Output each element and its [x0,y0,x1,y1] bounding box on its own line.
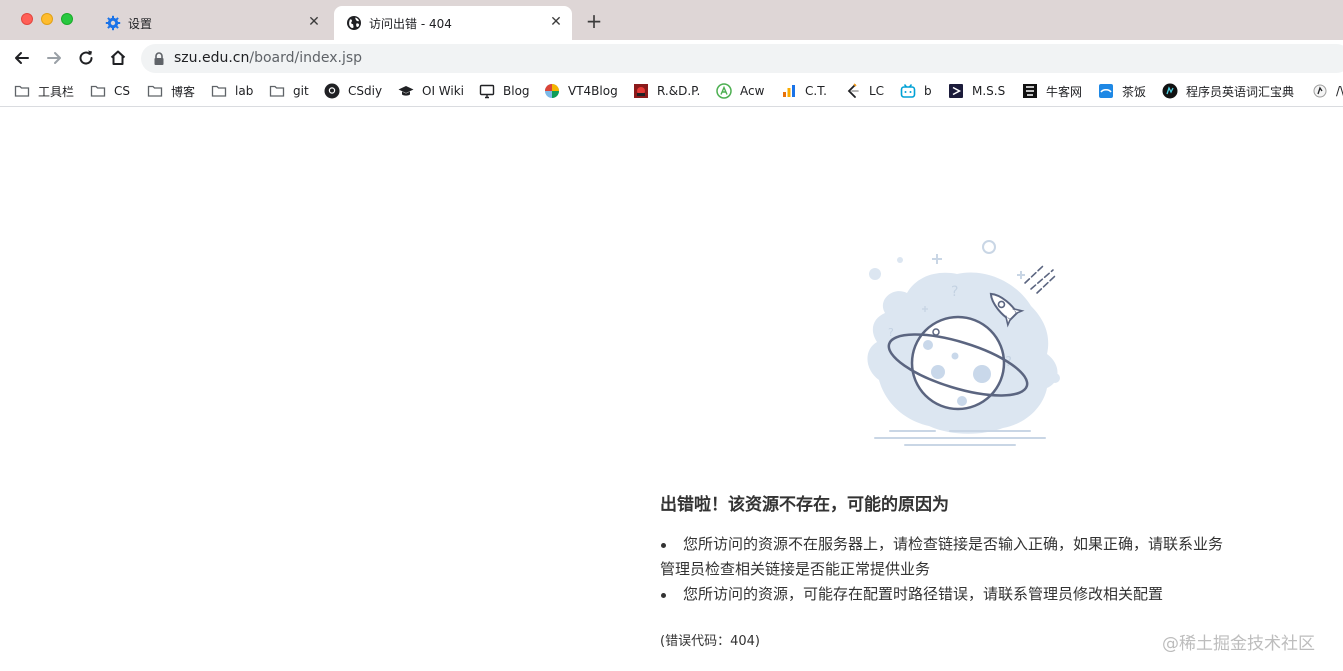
window-zoom-button[interactable] [61,13,73,25]
folder-icon [211,85,227,97]
svg-text:?: ? [951,284,958,300]
bookmark-ct[interactable]: C.T. [781,81,827,101]
folder-icon [90,85,106,97]
forward-icon[interactable] [44,48,64,68]
red-square-icon [634,84,648,98]
close-tab-icon[interactable]: ✕ [306,14,322,30]
error-reasons-list: 您所访问的资源不在服务器上，请检查链接是否输入正确，如果正确，请联系业务管理员检… [660,532,1280,607]
reason-text-line1: 您所访问的资源，可能存在配置时路径错误，请联系管理员修改相关配置 [683,585,1164,603]
bilibili-icon [900,84,916,98]
bookmark-nowcoder[interactable]: 牛客网 [1022,81,1082,101]
folder-icon [14,85,30,97]
github-icon [324,83,340,99]
bookmark-mss[interactable]: M.S.S [948,81,1005,101]
bookmark-partial[interactable]: /\ [1312,81,1343,101]
colorful-ball-icon [545,84,559,98]
list-item: 您所访问的资源，可能存在配置时路径错误，请联系管理员修改相关配置 [660,582,1280,607]
tab-title: 设置 [128,17,153,31]
folder-icon [147,85,163,97]
bookmark-label: OI Wiki [422,84,465,98]
tab-settings[interactable]: 设置 ✕ [93,6,330,40]
leetcode-icon [847,83,859,98]
bookmark-cs-folder[interactable]: CS [90,81,130,101]
dark-circle-icon [1162,83,1178,99]
bookmark-git-folder[interactable]: git [269,81,309,101]
bookmark-label: /\ [1336,84,1343,98]
bookmark-programmer-english[interactable]: 程序员英语词汇宝典 [1162,81,1294,101]
bookmark-vt4blog[interactable]: VT4Blog [544,81,618,101]
bookmark-lab-folder[interactable]: lab [211,81,253,101]
reload-icon[interactable] [76,48,96,68]
watermark: @稀土掘金技术社区 [1162,634,1315,654]
bookmark-label: 牛客网 [1046,84,1083,99]
bookmarks-bar: 工具栏 CS 博客 lab git CSdiy OI Wiki Blog VT4… [0,76,1343,107]
bookmark-label: git [293,84,309,98]
bookmark-blog[interactable]: Blog [479,81,530,101]
bookmark-label: 茶饭 [1122,84,1147,99]
tab-404[interactable]: 访问出错 - 404 ✕ [334,6,572,40]
graduation-cap-icon [398,86,414,96]
reason-text-line2: 管理员检查相关链接是否能正常提供业务 [660,560,931,578]
bookmark-blog-folder[interactable]: 博客 [147,81,195,101]
bookmark-csdiy[interactable]: CSdiy [324,81,382,101]
bookmark-label: b [924,84,932,98]
bookmark-label: 工具栏 [38,84,75,99]
bookmark-label: Acw [740,84,765,98]
lock-icon[interactable] [153,52,165,66]
bookmark-toolbar-folder[interactable]: 工具栏 [14,81,74,101]
bookmark-chafan[interactable]: 茶饭 [1098,81,1146,101]
bookmark-label: CSdiy [348,84,383,98]
tab-strip: 设置 ✕ 访问出错 - 404 ✕ + [0,0,1343,40]
reason-text-line1: 您所访问的资源不在服务器上，请检查链接是否输入正确，如果正确，请联系业务 [683,535,1224,553]
bookmark-oi-wiki[interactable]: OI Wiki [398,81,464,101]
planet-rocket-illustration: ? ? ? [867,240,1060,446]
partial-icon [1313,84,1327,98]
tab-title: 访问出错 - 404 [369,17,452,31]
svg-text:?: ? [888,326,894,339]
bookmark-label: R.&D.P. [657,84,701,98]
home-icon[interactable] [108,48,128,68]
bookmark-label: 程序员英语词汇宝典 [1186,84,1295,99]
address-bar[interactable]: szu.edu.cn/board/index.jsp [141,44,1343,73]
monitor-icon [479,84,495,99]
bookmark-label: M.S.S [972,84,1006,98]
url-path: /board/index.jsp [249,50,363,66]
nowcoder-icon [1023,84,1037,98]
globe-icon [347,16,361,30]
url-text[interactable]: szu.edu.cn/board/index.jsp [174,50,362,66]
play-square-icon [949,84,963,98]
bookmark-label: Blog [503,84,530,98]
bookmark-rdp[interactable]: R.&D.P. [633,81,700,101]
bookmark-label: C.T. [805,84,827,98]
bookmark-lc[interactable]: LC [845,81,884,101]
bookmark-label: VT4Blog [568,84,618,98]
bookmark-label: LC [869,84,885,98]
folder-icon [269,85,285,97]
bookmark-acw[interactable]: Acw [716,81,764,101]
error-code: (错误代码：404) [660,634,760,649]
browser-toolbar: szu.edu.cn/board/index.jsp [0,40,1343,76]
bookmark-label: 博客 [171,84,196,99]
url-host: szu.edu.cn [174,50,250,66]
back-icon[interactable] [12,48,32,68]
window-minimize-button[interactable] [41,13,53,25]
bookmark-label: lab [235,84,254,98]
acw-icon [716,83,732,99]
bookmark-label: CS [114,84,130,98]
window-close-button[interactable] [21,13,33,25]
list-item: 您所访问的资源不在服务器上，请检查链接是否输入正确，如果正确，请联系业务管理员检… [660,532,1280,582]
bookmark-bilibili[interactable]: b [900,81,932,101]
gear-icon [105,15,121,31]
close-tab-icon[interactable]: ✕ [548,14,564,30]
new-tab-button[interactable]: + [584,11,604,32]
page-content: ? ? ? 出错啦！该资源不存在，可能的原因为 您所访问的资源不在服务器上，请检… [0,108,1343,671]
error-title: 出错啦！该资源不存在，可能的原因为 [660,495,949,515]
blue-square-icon [1099,84,1113,98]
bar-chart-icon [783,85,795,97]
